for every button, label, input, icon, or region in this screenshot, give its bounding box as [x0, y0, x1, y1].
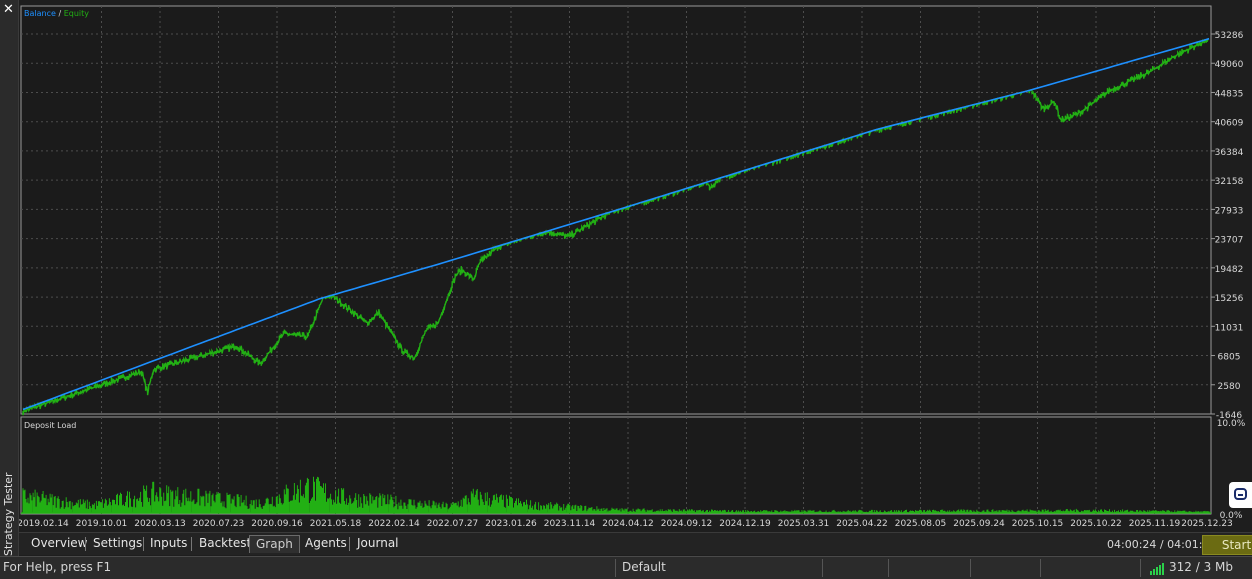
status-separator — [822, 559, 823, 577]
tab-separator — [191, 537, 192, 551]
x-tick-label: 2025.12.23 — [1181, 519, 1233, 529]
x-tick-label: 2023.11.14 — [544, 519, 596, 529]
deposit-load-chart: Deposit Load 10.0%0.0% — [20, 416, 1246, 521]
legend-balance: Balance — [24, 9, 56, 18]
x-tick-label: 2025.09.24 — [953, 519, 1005, 529]
status-bar: For Help, press F1 Default 312 / 3 Mb — [0, 556, 1252, 579]
signal-bars-icon — [1150, 561, 1165, 575]
tab-agents[interactable]: Agents — [299, 535, 353, 552]
x-tick-label: 2025.03.31 — [778, 519, 830, 529]
chart-legend: Balance / Equity — [24, 9, 89, 18]
x-tick-label: 2024.12.19 — [719, 519, 771, 529]
status-separator — [888, 559, 889, 577]
status-separator — [970, 559, 971, 577]
tab-inputs[interactable]: Inputs — [144, 535, 193, 552]
x-tick-label: 2020.09.16 — [251, 519, 303, 529]
y-tick-label: 44835 — [1215, 89, 1244, 99]
x-tick-label: 2023.01.26 — [485, 519, 537, 529]
y-tick-label: 32158 — [1215, 177, 1244, 187]
deposit-load-title: Deposit Load — [24, 421, 76, 430]
tester-tab-bar: Overview Settings Inputs Backtest Graph … — [19, 532, 1252, 555]
profile-name: Default — [622, 560, 666, 574]
chat-widget-button[interactable] — [1229, 482, 1252, 508]
help-hint: For Help, press F1 — [3, 560, 112, 574]
chat-icon — [1234, 488, 1247, 500]
tab-separator — [349, 537, 350, 551]
close-icon[interactable]: ✕ — [3, 3, 14, 17]
y-tick-label: 6805 — [1218, 353, 1241, 363]
y-tick-label: 53286 — [1215, 31, 1244, 41]
x-tick-label: 2022.02.14 — [368, 519, 420, 529]
tab-journal[interactable]: Journal — [351, 535, 405, 552]
chart-area: 53286 49060 44835 40609 36384 32158 27933 23707… — [19, 5, 1246, 529]
y-tick-label: 11031 — [1215, 323, 1244, 333]
start-button[interactable]: Start — [1202, 535, 1252, 555]
x-tick-label: 2024.09.12 — [661, 519, 713, 529]
x-tick-label: 2025.08.05 — [895, 519, 947, 529]
y-tick-label: 15256 — [1215, 294, 1244, 304]
x-tick-label: 2019.02.14 — [19, 519, 69, 529]
x-tick-label: 2020.07.23 — [193, 519, 245, 529]
tab-backtest[interactable]: Backtest — [193, 535, 257, 552]
y-tick-label: 23707 — [1215, 236, 1244, 246]
x-tick-label: 2021.05.18 — [310, 519, 362, 529]
status-separator — [1140, 559, 1141, 577]
y-tick-label: 49060 — [1215, 60, 1244, 70]
x-tick-label: 2025.10.15 — [1012, 519, 1064, 529]
y-tick-label: 27933 — [1215, 206, 1244, 216]
status-separator — [615, 559, 616, 577]
y-tick-label: 2580 — [1218, 382, 1241, 392]
x-tick-label: 2025.11.19 — [1129, 519, 1181, 529]
load-chart-frame — [20, 416, 1212, 515]
x-tick-label: 2022.07.27 — [427, 519, 479, 529]
y-tick-label: 36384 — [1215, 148, 1244, 158]
network-status: 312 / 3 Mb — [1150, 560, 1233, 575]
tab-separator — [85, 537, 86, 551]
x-tick-label: 2025.10.22 — [1070, 519, 1122, 529]
panel-title-vertical: Strategy Tester — [1, 472, 17, 556]
x-axis: 2019.02.14 2019.10.01 2020.03.13 2020.07.23… — [19, 519, 1233, 529]
load-y-tick-label: 10.0% — [1217, 419, 1246, 429]
x-tick-label: 2020.03.13 — [134, 519, 186, 529]
legend-equity: Equity — [64, 9, 90, 18]
test-timer: 04:00:24 / 04:01:51 — [1107, 538, 1217, 551]
strategy-tester-title: Strategy Tester — [2, 472, 15, 556]
tab-overview[interactable]: Overview — [25, 535, 94, 552]
left-panel-bar: ✕ Strategy Tester — [0, 0, 19, 556]
tab-graph[interactable]: Graph — [249, 535, 300, 553]
status-separator — [1040, 559, 1041, 577]
x-tick-label: 2019.10.01 — [76, 519, 128, 529]
equity-balance-chart: 53286 49060 44835 40609 36384 32158 27933 23707… — [20, 5, 1244, 421]
y-tick-label: 19482 — [1215, 265, 1244, 275]
x-tick-label: 2024.04.12 — [602, 519, 654, 529]
x-tick-label: 2025.04.22 — [836, 519, 888, 529]
tab-settings[interactable]: Settings — [87, 535, 148, 552]
y-tick-label: 40609 — [1215, 119, 1244, 129]
traffic-value: 312 / 3 Mb — [1169, 560, 1233, 574]
legend-separator: / — [56, 9, 64, 18]
